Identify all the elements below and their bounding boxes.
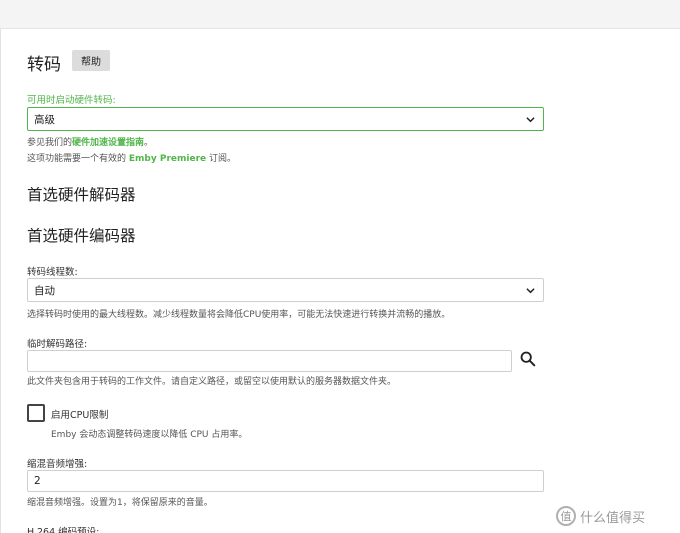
threads-selected-value: 自动 [34,284,55,297]
decoder-heading: 首选硬件解码器 [27,186,136,204]
threads-help: 选择转码时使用的最大线程数。减少线程数量将会降低CPU使用率，可能无法快速进行转… [27,310,451,320]
downmix-label: 缩混音频增强: [27,459,88,470]
premiere-note: 这项功能需要一个有效的 Emby Premiere 订阅。 [27,151,236,164]
hw-accel-select[interactable]: 高级 [27,107,544,131]
hw-guide-link[interactable]: 硬件加速设置指南 [72,138,144,148]
watermark: 值 什么值得买 [556,506,645,526]
left-divider [0,29,1,533]
hw-accel-label: 可用时启动硬件转码: [27,95,116,106]
downmix-help: 缩混音频增强。设置为1，将保留原来的音量。 [27,498,213,508]
cpu-limit-label: 启用CPU限制 [51,410,109,421]
watermark-icon: 值 [556,506,576,526]
help-button[interactable]: 帮助 [72,50,110,71]
chevron-down-icon [526,288,535,294]
premiere-link[interactable]: Emby Premiere [129,154,206,164]
hw-accel-help-suffix: 。 [144,138,154,148]
temp-path-input[interactable] [27,350,512,372]
premiere-prefix: 这项功能需要一个有效的 [27,154,127,164]
premiere-suffix: 订阅。 [208,154,236,164]
search-icon[interactable] [519,350,537,368]
temp-path-label: 临时解码路径: [27,339,88,350]
page-title: 转码 [27,55,61,75]
encoder-heading: 首选硬件编码器 [27,227,136,245]
top-bar [0,0,680,29]
threads-select[interactable]: 自动 [27,278,544,302]
hw-accel-selected-value: 高级 [34,113,55,126]
hw-accel-help: 参见我们的硬件加速设置指南。 [27,135,153,148]
threads-label: 转码线程数: [27,267,78,278]
downmix-input[interactable]: 2 [27,470,544,492]
chevron-down-icon [526,117,535,123]
hw-accel-help-prefix: 参见我们的 [27,138,73,148]
temp-path-help: 此文件夹包含用于转码的工作文件。请自定义路径，或留空以使用默认的服务器数据文件夹… [27,377,397,387]
cpu-limit-help: Emby 会动态调整转码速度以降低 CPU 占用率。 [51,430,248,440]
watermark-text: 什么值得买 [580,510,646,526]
cpu-limit-checkbox[interactable] [27,404,45,422]
h264-label: H.264 编码预设: [27,527,100,533]
